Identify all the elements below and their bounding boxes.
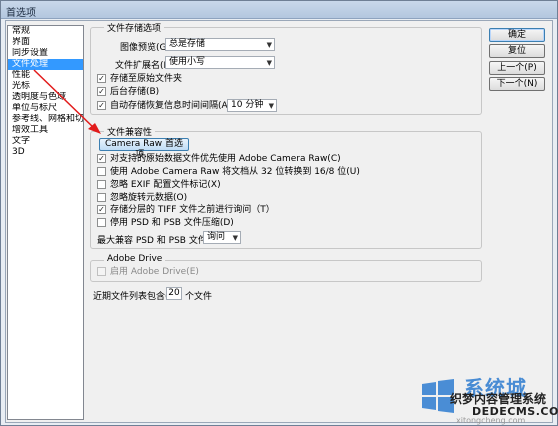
image-preview-select[interactable]: 总是存储 ▼ [165,38,275,51]
category-list[interactable]: 常规界面同步设置文件处理性能光标透明度与色域单位与标尺参考线、网格和切片增效工具… [7,25,84,420]
checkbox-box: ✓ [97,87,106,96]
sidebar-item[interactable]: 3D [8,147,83,158]
sidebar-item[interactable]: 透明度与色域 [8,92,83,103]
chevron-down-icon: ▼ [232,234,238,242]
sidebar-item[interactable]: 文字 [8,136,83,147]
checkbox-label: 存储至原始文件夹 [110,74,183,84]
checkbox-label: 自动存储恢复信息时间间隔(A): [110,101,235,111]
sidebar-item[interactable]: 同步设置 [8,48,83,59]
checkbox-label: 对支持的原始数据文件优先使用 Adobe Camera Raw(C) [110,154,341,164]
checkbox-box: ✓ [97,154,106,163]
checkbox-label: 停用 PSD 和 PSB 文件压缩(D) [110,218,234,228]
watermark-small-text: xitongcheng.com [456,416,526,425]
checkbox-box [97,180,106,189]
sidebar-item[interactable]: 参考线、网格和切片 [8,114,83,125]
camera-raw-preferences-button[interactable]: Camera Raw 首选项... [99,138,189,160]
chevron-down-icon: ▼ [266,59,272,67]
sidebar-item[interactable]: 光标 [8,81,83,92]
watermark: 系统城 织梦内容管理系统 DEDECMS.COM xitongcheng.com [418,372,558,425]
max-compatibility-select[interactable]: 询问 ▼ [203,231,241,244]
sidebar-item[interactable]: 性能 [8,70,83,81]
checkbox-box: ✓ [97,205,106,214]
checkbox-box [97,193,106,202]
ok-button[interactable]: 确定 [489,28,545,42]
checkbox-label: 忽略 EXIF 配置文件标记(X) [110,180,221,190]
reset-button[interactable]: 复位 [489,44,545,58]
adobe-drive-title: Adobe Drive [104,254,166,264]
image-preview-value: 总是存储 [169,39,206,49]
sidebar-item[interactable]: 文件处理 [8,59,83,70]
checkbox-label: 忽略旋转元数据(O) [110,193,188,203]
checkbox-label: 后台存储(B) [110,87,160,97]
sidebar-item[interactable]: 常规 [8,26,83,37]
file-compatibility-title: 文件兼容性 [104,125,156,138]
checkbox-box [97,167,106,176]
window-title: 首选项 [6,8,36,19]
checkbox-box: ✓ [97,74,106,83]
chevron-down-icon: ▼ [266,41,272,49]
checkbox-label: 存储分层的 TIFF 文件之前进行询问（T） [110,205,275,215]
recent-files-input[interactable]: 20 [166,287,182,300]
previous-button[interactable]: 上一个(P) [489,61,545,75]
recent-files-suffix: 个文件 [185,292,213,302]
sidebar-item[interactable]: 界面 [8,37,83,48]
sidebar-item[interactable]: 单位与标尺 [8,103,83,114]
max-compatibility-value: 询问 [207,232,226,242]
checkbox-box: ✓ [97,101,106,110]
autosave-interval-value: 10 分钟 [231,100,264,110]
title-bar: 首选项 [1,1,557,19]
file-save-options-title: 文件存储选项 [104,21,165,34]
sidebar-item[interactable]: 增效工具 [8,125,83,136]
checkbox-box [97,218,106,227]
next-button[interactable]: 下一个(N) [489,77,545,91]
checkbox-label: 启用 Adobe Drive(E) [110,267,199,277]
checkbox-box [97,267,106,276]
file-extension-select[interactable]: 使用小写 ▼ [165,56,275,69]
autosave-interval-select[interactable]: 10 分钟 ▼ [227,99,277,112]
checkbox-label: 使用 Adobe Camera Raw 将文档从 32 位转换到 16/8 位(… [110,167,360,177]
file-extension-value: 使用小写 [169,57,206,67]
chevron-down-icon: ▼ [268,102,274,110]
